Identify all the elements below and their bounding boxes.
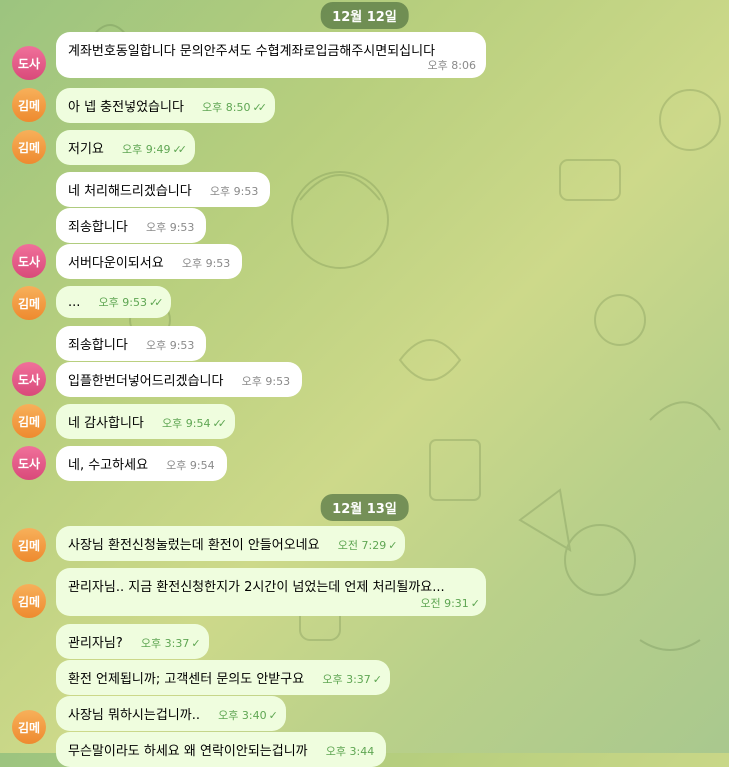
avatar[interactable]: 김메 (12, 286, 46, 320)
message-text: ... (68, 295, 81, 310)
read-check-icon: ✓ (388, 539, 397, 552)
avatar-initials: 도사 (17, 56, 41, 71)
message-text: 네, 수고하세요 (68, 458, 149, 473)
message-time: 오후 9:53 (145, 339, 195, 352)
message-time: 오후 9:53 (209, 185, 259, 198)
avatar-initials: 김메 (17, 538, 41, 553)
read-check-icon: ✓✓ (149, 296, 164, 309)
message-bubble[interactable]: 사장님 뭐하시는겁니까.. 오후 3:40 ✓ (56, 696, 286, 731)
message-text: 죄송합니다 (68, 338, 128, 353)
message-bubble[interactable]: ... 오후 9:53 ✓✓ (56, 286, 172, 318)
message-bubble[interactable]: 환전 언제됩니까; 고객센터 문의도 안받구요 오후 3:37 ✓ (56, 660, 391, 695)
avatar[interactable]: 김메 (12, 88, 46, 122)
read-check-icon: ✓✓ (212, 417, 228, 430)
avatar-initials: 김메 (17, 296, 41, 311)
message-bubble[interactable]: 사장님 환전신청눌렀는데 환전이 안들어오네요 오전 7:29 ✓ (56, 526, 406, 561)
avatar[interactable]: 도사 (12, 46, 46, 80)
message-bubble[interactable]: 서버다운이되서요 오후 9:53 (56, 244, 243, 279)
avatar-initials: 도사 (17, 456, 41, 471)
message-bubble[interactable]: 계좌번호동일합니다 문의안주셔도 수협계좌로입금해주시면되십니다 오후 8:06 (56, 32, 486, 78)
avatar[interactable]: 김메 (12, 710, 46, 744)
message-text: 네 처리해드리겠습니다 (68, 184, 192, 199)
message-time: 오후 8:50 (202, 101, 251, 114)
message-time: 오전 7:29 (337, 539, 387, 552)
message-bubble[interactable]: 네, 수고하세요 오후 9:54 (56, 446, 227, 481)
message-time: 오후 9:53 (181, 257, 231, 270)
message-time: 오후 8:06 (427, 59, 476, 72)
message-time: 오후 3:37 (322, 673, 371, 686)
message-text: 관리자님? (68, 636, 123, 651)
avatar[interactable]: 도사 (12, 362, 46, 396)
message-bubble[interactable]: 네 감사합니다 오후 9:54 ✓✓ (56, 404, 235, 439)
date-divider-dec-13: 12월 13일 (320, 494, 409, 521)
read-check-icon: ✓ (372, 673, 382, 686)
message-text: 사장님 뭐하시는겁니까.. (68, 708, 200, 723)
message-time: 오후 3:37 (140, 637, 190, 650)
avatar-initials: 김메 (17, 720, 41, 735)
message-text: 사장님 환전신청눌렀는데 환전이 안들어오네요 (68, 538, 320, 553)
message-time: 오후 9:53 (98, 296, 147, 309)
avatar[interactable]: 김메 (12, 130, 46, 164)
avatar-initials: 김메 (17, 140, 41, 155)
avatar[interactable]: 김메 (12, 404, 46, 438)
message-text: 죄송합니다 (68, 220, 128, 235)
message-bubble[interactable]: 관리자님.. 지금 환전신청한지가 2시간이 넘었는데 언제 처리될까요... … (56, 568, 486, 616)
message-time: 오후 9:49 (122, 143, 171, 156)
message-text: 저기요 (68, 142, 104, 157)
avatar[interactable]: 도사 (12, 244, 46, 278)
avatar[interactable]: 김메 (12, 584, 46, 618)
read-check-icon: ✓✓ (172, 143, 187, 156)
message-time: 오후 9:54 (166, 459, 215, 472)
message-time: 오후 9:53 (241, 375, 291, 388)
message-bubble[interactable]: 죄송합니다 오후 9:53 (56, 326, 207, 361)
avatar[interactable]: 김메 (12, 528, 46, 562)
avatar-initials: 도사 (17, 254, 41, 269)
message-time: 오전 9:31 (420, 597, 469, 610)
avatar-initials: 김메 (17, 98, 41, 113)
message-time: 오후 3:40 (218, 709, 267, 722)
message-time: 오후 3:44 (325, 745, 375, 758)
avatar[interactable]: 도사 (12, 446, 46, 480)
message-text: 서버다운이되서요 (68, 256, 164, 271)
message-bubble[interactable]: 아 넵 충전넣었습니다 오후 8:50 ✓✓ (56, 88, 275, 123)
message-text: 무슨말이라도 하세요 왜 연락이안되는겁니까 (68, 744, 308, 759)
message-bubble[interactable]: 죄송합니다 오후 9:53 (56, 208, 207, 243)
read-check-icon: ✓ (268, 709, 278, 722)
read-check-icon: ✓ (470, 597, 480, 610)
read-check-icon: ✓ (191, 637, 200, 650)
message-text: 계좌번호동일합니다 문의안주셔도 수협계좌로입금해주시면되십니다 (68, 44, 436, 59)
avatar-initials: 김메 (17, 414, 41, 429)
message-bubble[interactable]: 관리자님? 오후 3:37 ✓ (56, 624, 209, 659)
message-bubble[interactable]: 입플한번더넣어드리겠습니다 오후 9:53 (56, 362, 303, 397)
message-text: 관리자님.. 지금 환전신청한지가 2시간이 넘었는데 언제 처리될까요... (68, 580, 445, 595)
read-check-icon: ✓✓ (252, 101, 268, 114)
avatar-initials: 김메 (17, 594, 41, 609)
message-bubble[interactable]: 저기요 오후 9:49 ✓✓ (56, 130, 195, 165)
message-text: 아 넵 충전넣었습니다 (68, 100, 184, 115)
message-text: 입플한번더넣어드리겠습니다 (68, 374, 224, 389)
message-text: 네 감사합니다 (68, 416, 144, 431)
message-time: 오후 9:53 (145, 221, 195, 234)
message-time: 오후 9:54 (162, 417, 211, 430)
message-bubble[interactable]: 네 처리해드리겠습니다 오후 9:53 (56, 172, 271, 207)
date-divider-dec-12: 12월 12일 (320, 2, 409, 29)
message-bubble[interactable]: 무슨말이라도 하세요 왜 연락이안되는겁니까 오후 3:44 (56, 732, 387, 767)
avatar-initials: 도사 (17, 372, 41, 387)
message-text: 환전 언제됩니까; 고객센터 문의도 안받구요 (68, 672, 305, 687)
